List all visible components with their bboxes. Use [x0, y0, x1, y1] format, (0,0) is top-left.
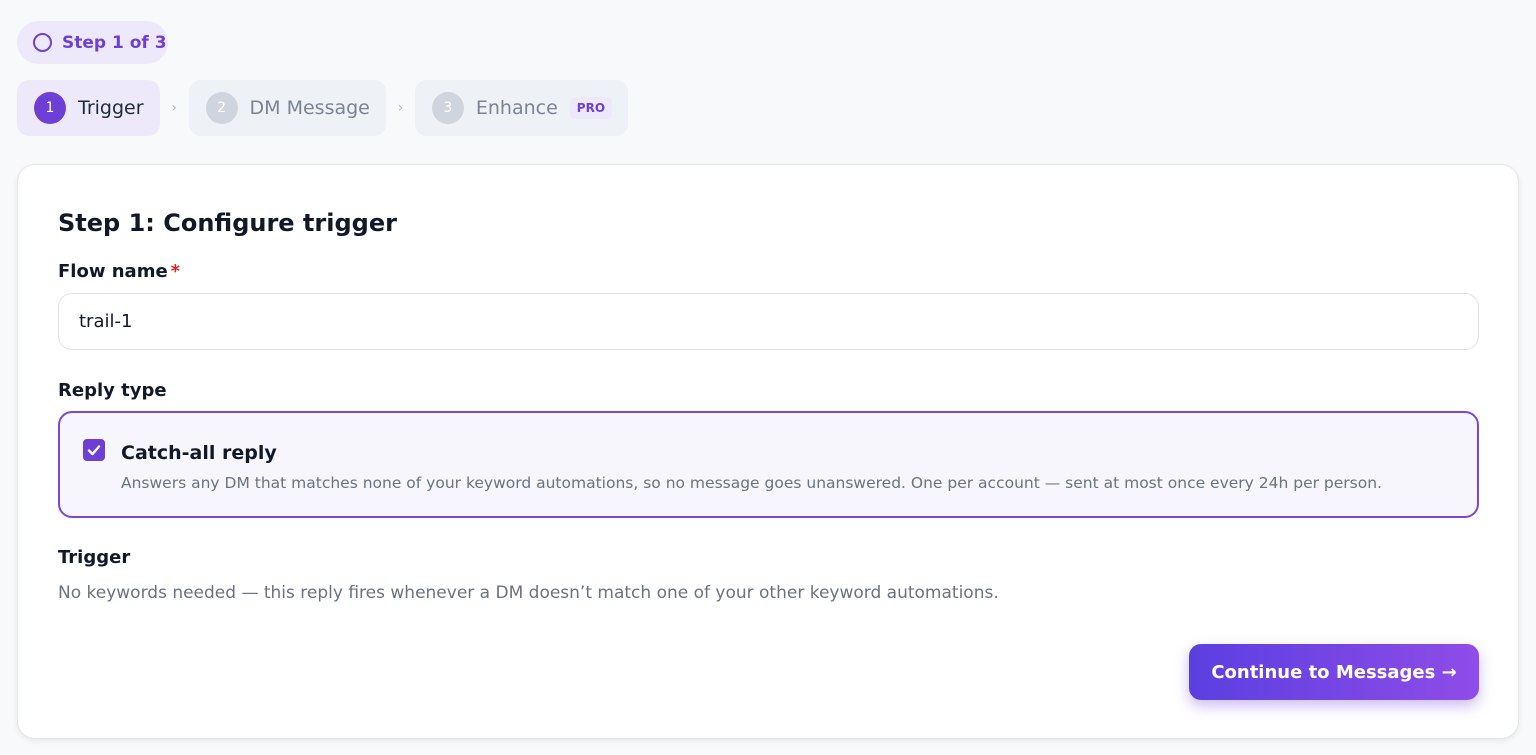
step-number: 2 [205, 92, 238, 124]
step-progress-label: Step 1 of 3 [62, 32, 167, 53]
card-title: Step 1: Configure trigger [58, 209, 397, 237]
step-number: 1 [34, 92, 66, 124]
step-dm-message[interactable]: 2 DM Message [188, 80, 386, 136]
required-mark: * [170, 261, 181, 282]
trigger-label: Trigger [58, 547, 131, 568]
check-icon [87, 445, 101, 456]
chevron-right-icon: › [171, 100, 177, 116]
stepper: 1 Trigger › 2 DM Message › 3 Enhance PRO [17, 80, 629, 136]
step-number: 3 [431, 92, 464, 124]
catch-all-title: Catch-all reply [121, 442, 277, 464]
step-trigger[interactable]: 1 Trigger [17, 80, 160, 136]
continue-to-messages-button[interactable]: Continue to Messages → [1189, 644, 1479, 700]
ring-icon [33, 33, 52, 52]
step-label: Enhance [475, 97, 558, 119]
pro-badge: PRO [569, 97, 613, 119]
step-progress-badge: Step 1 of 3 [17, 21, 168, 64]
step-label: Trigger [78, 97, 144, 119]
step-label: DM Message [249, 97, 370, 119]
trigger-description: No keywords needed — this reply fires wh… [58, 583, 999, 603]
reply-type-label: Reply type [58, 380, 167, 401]
catch-all-description: Answers any DM that matches none of your… [121, 474, 1382, 492]
flow-name-label-text: Flow name [58, 261, 168, 282]
catch-all-checkbox[interactable] [83, 439, 105, 461]
flow-name-label: Flow name * [58, 261, 180, 282]
chevron-right-icon: › [397, 100, 404, 116]
step-enhance[interactable]: 3 Enhance PRO [414, 80, 629, 136]
flow-name-input[interactable] [58, 293, 1479, 350]
configure-trigger-card: Step 1: Configure trigger Flow name* Rep… [17, 164, 1519, 739]
page: Step 1 of 3 1 Trigger › 2 DM Message › 3… [0, 0, 1536, 755]
catch-all-reply-option[interactable]: Catch-all reply Answers any DM that matc… [58, 411, 1479, 518]
